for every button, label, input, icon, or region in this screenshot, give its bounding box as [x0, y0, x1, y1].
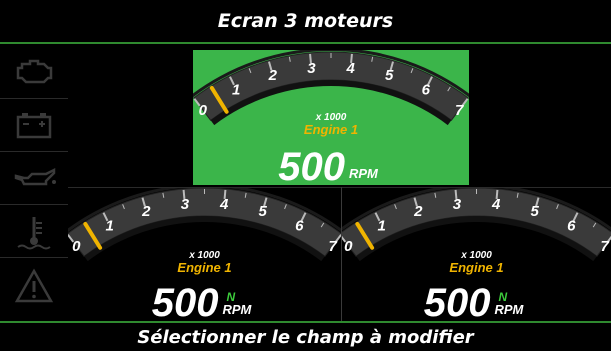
tick-label: 0	[72, 238, 81, 255]
check-engine-icon	[16, 59, 53, 84]
engine-label: Engine 1	[177, 260, 231, 275]
tick-label: 1	[106, 217, 114, 234]
oil-pressure-icon	[14, 167, 56, 186]
oil-pressure-slot	[0, 152, 68, 205]
engine-label: Engine 1	[304, 122, 358, 137]
tick-label: 5	[531, 203, 540, 220]
tick-label: 2	[413, 203, 423, 220]
tick-label: 1	[232, 81, 240, 98]
engine-gauge-top[interactable]: 01234567x 1000 Engine 1 500 RPM	[193, 50, 469, 185]
three-engine-screen: Ecran 3 moteurs 0 1 2 3 4 5 6 7 x 1000 E…	[0, 0, 611, 351]
tick-label: 6	[567, 217, 576, 234]
tick-label: 7	[601, 238, 610, 255]
coolant-temperature-slot	[0, 205, 68, 258]
battery-icon	[16, 113, 52, 139]
rpm-gauge: 012 3 4 567x 1000Engine 1500 RPMN	[342, 188, 611, 321]
coolant-temperature-icon	[17, 217, 51, 250]
tick-label: 3	[181, 196, 190, 213]
tick-label: 3	[307, 60, 316, 77]
tick-label: 2	[141, 203, 151, 220]
tick-label: 6	[295, 217, 304, 234]
tick-label: 4	[219, 196, 229, 213]
tick-label: 1	[378, 217, 386, 234]
warning-slot	[0, 258, 68, 321]
rpm-gauge: 012 3 4 567x 1000Engine 1500 RPMN	[68, 188, 341, 321]
check-engine-slot	[0, 46, 68, 99]
tick-label: 5	[385, 67, 394, 84]
gear-indicator: N	[227, 290, 236, 304]
rpm-unit: RPM	[495, 302, 525, 317]
tick-label: 4	[491, 196, 501, 213]
rpm-unit: RPM	[349, 166, 379, 181]
tick-label: 2	[268, 67, 278, 84]
engine-gauge-bottom-right[interactable]: 01234567x 1000 Engine 1 500 RPM N	[342, 188, 611, 321]
engine-gauge-bottom-left[interactable]: 01234567x 1000 Engine 1 500 RPM N	[68, 188, 341, 321]
rpm-gauge: 012 3 4 567x 1000Engine 1500 RPM	[193, 50, 469, 185]
tick-label: 7	[455, 102, 464, 119]
alarm-icon-rail	[0, 46, 68, 321]
screen-title: Ecran 3 moteurs	[217, 10, 394, 32]
warning-triangle-icon	[14, 268, 54, 303]
tick-label: 3	[453, 196, 462, 213]
rpm-value: 500	[424, 281, 491, 321]
tick-label: 0	[344, 238, 353, 255]
gear-indicator: N	[499, 290, 508, 304]
tick-label: 0	[199, 102, 208, 119]
rpm-unit: RPM	[223, 302, 253, 317]
instruction-bar: Sélectionner le champ à modifier	[0, 321, 611, 351]
tick-label: 6	[422, 81, 431, 98]
rpm-value: 500	[278, 145, 345, 185]
engine-label: Engine 1	[449, 260, 503, 275]
tick-label: 7	[329, 238, 338, 255]
rpm-value: 500	[152, 281, 219, 321]
instruction-text: Sélectionner le champ à modifier	[137, 326, 474, 348]
battery-slot	[0, 99, 68, 152]
screen-title-bar: Ecran 3 moteurs	[0, 0, 611, 44]
tick-label: 5	[259, 203, 268, 220]
tick-label: 4	[345, 60, 355, 77]
